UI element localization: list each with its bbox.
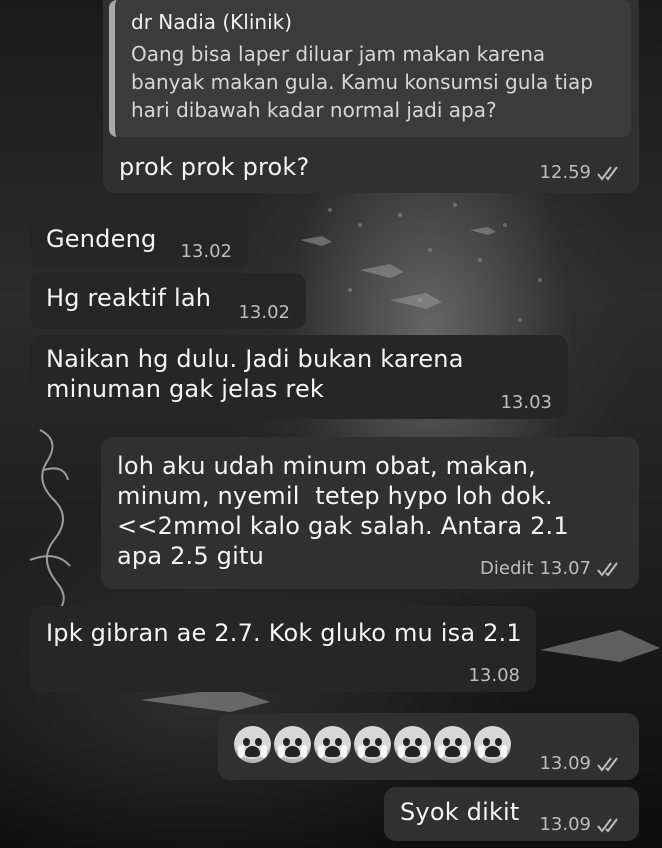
handwritten-signature — [29, 429, 71, 617]
crying-face-emoji — [474, 726, 511, 763]
double-check-icon — [597, 561, 618, 577]
message-meta: 13.09 — [539, 753, 623, 774]
crying-face-emoji — [394, 726, 431, 763]
message-bubble-incoming[interactable]: Hg reaktif lah 13.02 — [30, 273, 306, 329]
message-text: Naikan hg dulu. Jadi bukan karena minuma… — [46, 345, 472, 403]
message-time: 13.08 — [468, 665, 520, 686]
double-check-icon — [597, 756, 618, 772]
message-time: 13.07 — [539, 558, 591, 579]
message-time: 13.09 — [539, 753, 591, 774]
crying-face-emoji — [354, 726, 391, 763]
message-bubble-incoming[interactable]: Gendeng 13.02 — [30, 212, 248, 268]
emoji-row — [234, 726, 511, 763]
message-text: Syok dikit — [400, 798, 520, 826]
message-bubble-outgoing[interactable]: loh aku udah minum obat, makan, minum, n… — [101, 437, 639, 589]
message-bubble-incoming[interactable]: Ipk gibran ae 2.7. Kok gluko mu isa 2.1 … — [30, 606, 536, 692]
message-bubble-outgoing[interactable]: dr Nadia (Klinik) Oang bisa laper diluar… — [103, 0, 639, 193]
edited-label: Diedit — [480, 558, 534, 579]
message-text: Ipk gibran ae 2.7. Kok gluko mu isa 2.1 — [46, 619, 522, 647]
reply-quote[interactable]: dr Nadia (Klinik) Oang bisa laper diluar… — [109, 0, 631, 137]
message-time: 13.03 — [500, 392, 552, 413]
message-time: 13.02 — [238, 302, 290, 323]
message-meta: 13.09 — [539, 814, 623, 835]
message-text: Hg reaktif lah — [46, 284, 212, 312]
crying-face-emoji — [434, 726, 471, 763]
message-time: 12.59 — [539, 162, 591, 183]
message-time: 13.02 — [180, 241, 232, 262]
message-text: prok prok prok? — [119, 153, 310, 181]
message-time: 13.09 — [539, 814, 591, 835]
message-meta: 13.03 — [500, 392, 552, 413]
crying-face-emoji — [274, 726, 311, 763]
message-text: Gendeng — [46, 225, 157, 253]
message-text: loh aku udah minum obat, makan, minum, n… — [117, 452, 577, 570]
quote-text: Oang bisa laper diluar jam makan karena … — [131, 42, 593, 122]
double-check-icon — [597, 817, 618, 833]
double-check-icon — [597, 165, 618, 181]
message-meta: 13.08 — [468, 665, 520, 686]
message-bubble-incoming[interactable]: Naikan hg dulu. Jadi bukan karena minuma… — [30, 335, 568, 419]
message-meta: 13.02 — [180, 241, 232, 262]
message-bubble-outgoing[interactable]: Syok dikit 13.09 — [384, 787, 639, 841]
message-meta: 13.02 — [238, 302, 290, 323]
message-bubble-outgoing[interactable]: 13.09 — [218, 713, 639, 780]
message-meta: Diedit 13.07 — [480, 558, 623, 579]
message-meta: 12.59 — [539, 162, 623, 183]
crying-face-emoji — [234, 726, 271, 763]
quote-sender-name: dr Nadia (Klinik) — [131, 10, 293, 34]
crying-face-emoji — [314, 726, 351, 763]
